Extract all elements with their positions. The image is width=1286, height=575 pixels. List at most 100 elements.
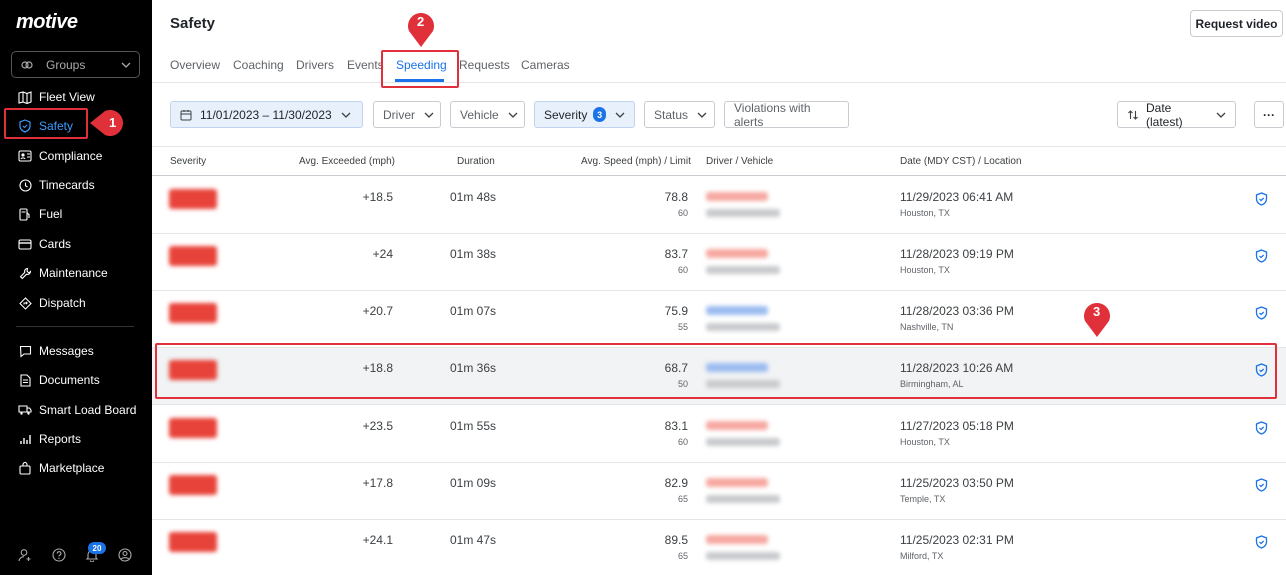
- motive-logo[interactable]: motive: [16, 11, 78, 34]
- sidebar-divider: [16, 326, 134, 327]
- sidebar-item-smart-load-board[interactable]: Smart Load Board: [10, 398, 142, 422]
- more-options-button[interactable]: ···: [1254, 101, 1284, 128]
- sidebar-item-label: Compliance: [39, 149, 103, 163]
- column-avg-exceeded[interactable]: Avg. Exceeded (mph): [299, 156, 395, 167]
- request-video-button[interactable]: Request video: [1190, 10, 1283, 37]
- id-card-icon: [18, 149, 32, 163]
- table-row[interactable]: +20.7 01m 07s 75.9 55 11/28/2023 03:36 PM Nas…: [152, 291, 1286, 348]
- sidebar-item-fleet-view[interactable]: Fleet View: [10, 85, 142, 109]
- event-date: 11/25/2023 02:31 PM: [900, 533, 1014, 547]
- shield-icon[interactable]: [1255, 535, 1268, 549]
- severity-badge: [169, 418, 217, 438]
- severity-badge: [169, 475, 217, 495]
- status-filter-label: Status: [654, 107, 689, 122]
- avg-speed: 89.5: [664, 533, 688, 547]
- severity-badge: [169, 303, 217, 323]
- vehicle-name[interactable]: [706, 266, 780, 274]
- chevron-down-icon: [121, 62, 131, 68]
- severity-filter[interactable]: Severity 3: [534, 101, 635, 128]
- vehicle-name[interactable]: [706, 323, 780, 331]
- event-location: Houston, TX: [900, 437, 950, 447]
- vehicle-filter[interactable]: Vehicle: [450, 101, 525, 128]
- calendar-icon: [180, 109, 192, 121]
- sidebar-item-cards[interactable]: Cards: [10, 232, 142, 256]
- shield-icon[interactable]: [1255, 421, 1268, 435]
- sidebar-item-label: Reports: [39, 432, 82, 446]
- event-date: 11/29/2023 06:41 AM: [900, 190, 1014, 204]
- sidebar-item-messages[interactable]: Messages: [10, 339, 142, 363]
- help-icon[interactable]: [52, 548, 66, 562]
- sidebar-item-reports[interactable]: Reports: [10, 427, 142, 451]
- tab-overview[interactable]: Overview: [170, 58, 220, 72]
- sidebar-item-dispatch[interactable]: Dispatch: [10, 291, 142, 315]
- tab-drivers[interactable]: Drivers: [296, 58, 334, 72]
- sidebar-item-documents[interactable]: Documents: [10, 368, 142, 392]
- tab-events[interactable]: Events: [347, 58, 384, 72]
- bag-icon: [18, 461, 32, 475]
- driver-name[interactable]: [706, 478, 768, 487]
- avg-exceeded: +24: [372, 247, 393, 261]
- column-avg-speed[interactable]: Avg. Speed (mph) / Limit: [581, 156, 691, 167]
- driver-name[interactable]: [706, 421, 768, 430]
- sidebar-item-timecards[interactable]: Timecards: [10, 173, 142, 197]
- page-title: Safety: [170, 15, 216, 32]
- annotation-box-1: [4, 108, 88, 139]
- shield-icon[interactable]: [1255, 249, 1268, 263]
- table-row[interactable]: +24 01m 38s 83.7 60 11/28/2023 09:19 PM Houst…: [152, 234, 1286, 291]
- driver-name[interactable]: [706, 192, 768, 201]
- speed-limit: 60: [677, 437, 688, 447]
- event-location: Nashville, TN: [900, 322, 954, 332]
- shield-icon[interactable]: [1255, 192, 1268, 206]
- user-settings-icon[interactable]: [18, 548, 32, 562]
- avg-speed: 82.9: [664, 476, 688, 490]
- groups-icon: [20, 58, 34, 72]
- avg-exceeded: +24.1: [362, 533, 393, 547]
- tab-coaching[interactable]: Coaching: [233, 58, 284, 72]
- message-icon: [18, 344, 32, 358]
- event-location: Houston, TX: [900, 208, 950, 218]
- tab-bar: Overview Coaching Drivers Events Speedin…: [152, 47, 1286, 83]
- annotation-label-3: 3: [1093, 304, 1101, 319]
- tab-requests[interactable]: Requests: [459, 58, 510, 72]
- chevron-down-icon: [697, 112, 707, 118]
- column-driver-vehicle[interactable]: Driver / Vehicle: [706, 156, 773, 167]
- duration: 01m 38s: [450, 247, 497, 261]
- notification-badge: 20: [88, 542, 106, 554]
- table-row[interactable]: +24.1 01m 47s 89.5 65 11/25/2023 02:31 PM Mil…: [152, 520, 1286, 575]
- sidebar-item-maintenance[interactable]: Maintenance: [10, 261, 142, 285]
- sort-dropdown[interactable]: Date (latest): [1117, 101, 1236, 129]
- avg-speed: 78.8: [664, 190, 688, 204]
- status-filter[interactable]: Status: [644, 101, 715, 128]
- column-date-location[interactable]: Date (MDY CST) / Location: [900, 156, 1022, 167]
- sidebar-footer: [0, 540, 152, 570]
- table-row[interactable]: +18.5 01m 48s 78.8 60 11/29/2023 06:41 AM Hou…: [152, 177, 1286, 234]
- sidebar-item-marketplace[interactable]: Marketplace: [10, 456, 142, 480]
- sidebar-item-label: Fuel: [39, 207, 63, 221]
- shield-icon[interactable]: [1255, 478, 1268, 492]
- vehicle-name[interactable]: [706, 209, 780, 217]
- groups-dropdown[interactable]: Groups: [11, 51, 140, 78]
- vehicle-name[interactable]: [706, 495, 780, 503]
- sidebar-item-fuel[interactable]: Fuel: [10, 202, 142, 226]
- column-duration[interactable]: Duration: [457, 156, 495, 167]
- severity-badge: [169, 189, 217, 209]
- account-icon[interactable]: [118, 548, 132, 562]
- table-row[interactable]: +23.5 01m 55s 83.1 60 11/27/2023 05:18 PM Hou…: [152, 406, 1286, 463]
- wrench-icon: [18, 266, 32, 280]
- date-range-filter[interactable]: 11/01/2023 – 11/30/2023: [170, 101, 363, 128]
- driver-name[interactable]: [706, 249, 768, 258]
- driver-filter[interactable]: Driver: [373, 101, 441, 128]
- column-severity[interactable]: Severity: [170, 156, 206, 167]
- avg-speed: 83.7: [664, 247, 688, 261]
- table-row[interactable]: +17.8 01m 09s 82.9 65 11/25/2023 03:50 PM Tem…: [152, 463, 1286, 520]
- violations-with-alerts-filter[interactable]: Violations with alerts: [724, 101, 849, 129]
- avg-speed: 83.1: [664, 419, 688, 433]
- sidebar-item-compliance[interactable]: Compliance: [10, 144, 142, 168]
- tab-cameras[interactable]: Cameras: [521, 58, 570, 72]
- vehicle-name[interactable]: [706, 438, 780, 446]
- vehicle-name[interactable]: [706, 552, 780, 560]
- shield-icon[interactable]: [1255, 306, 1268, 320]
- driver-name[interactable]: [706, 306, 768, 315]
- duration: 01m 09s: [450, 476, 497, 490]
- driver-name[interactable]: [706, 535, 768, 544]
